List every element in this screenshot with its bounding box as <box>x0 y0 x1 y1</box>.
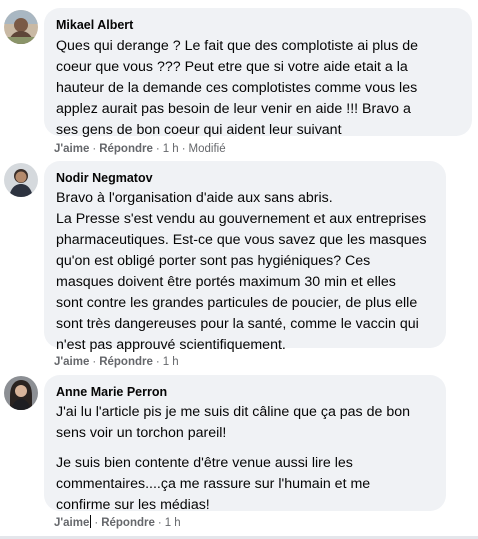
comment-line: sens voir un torchon pareil! <box>56 425 227 441</box>
separator: · <box>155 356 160 368</box>
comment-line: ses gens de bon coeur qui aident leur su… <box>56 122 342 138</box>
comment-line: Ques qui derange ? Le fait que des compl… <box>56 38 419 54</box>
comment-line: Bravo à l'organisation d'aide aux sans a… <box>56 190 333 206</box>
like-button[interactable]: J'aime <box>54 517 89 529</box>
comment-author[interactable]: Anne Marie Perron <box>56 384 434 400</box>
comment-line: n'est pas approuvé scientifiquement. <box>56 337 286 353</box>
reply-button[interactable]: Répondre <box>99 356 153 368</box>
reply-button[interactable]: Répondre <box>99 143 153 155</box>
comment-author[interactable]: Nodir Negmatov <box>56 170 434 186</box>
avatar-image <box>4 376 38 410</box>
reply-button[interactable]: Répondre <box>101 517 155 529</box>
comment-line: masques doivent être portés maximum 30 m… <box>56 274 396 290</box>
comment-line: commentaires....ça me rassure sur l'huma… <box>56 476 371 492</box>
avatar[interactable] <box>4 10 38 44</box>
comment-paragraph: Je suis bien contente d'être venue aussi… <box>56 453 434 516</box>
comment-paragraph: J'ai lu l'article pis je me suis dit câl… <box>56 402 434 444</box>
comment-line: qu'on est obligé porter sont pas hygiéni… <box>56 253 371 269</box>
like-button[interactable]: J'aime <box>54 143 89 155</box>
comment-line: Je suis bien contente d'être venue aussi… <box>56 455 353 471</box>
comment-author[interactable]: Mikael Albert <box>56 17 460 33</box>
comment-line: confirme sur les médias! <box>56 497 210 513</box>
comment-bubble: Anne Marie Perron J'ai lu l'article pis … <box>44 375 446 513</box>
avatar-image <box>4 163 38 197</box>
comment-text: Ques qui derange ? Le fait que des compl… <box>56 36 460 141</box>
separator: · <box>181 143 186 155</box>
comment-line: hauteur de la demande ces complotistes c… <box>56 80 418 96</box>
comment-line: sont très dangereuses pour la santé, com… <box>56 316 419 332</box>
timestamp[interactable]: 1 h <box>165 517 181 529</box>
comment-line: J'ai lu l'article pis je me suis dit câl… <box>56 404 410 420</box>
comment-line: applez aurait pas besoin de leur venir e… <box>56 101 411 117</box>
separator: · <box>94 517 99 529</box>
like-button[interactable]: J'aime <box>54 356 89 368</box>
timestamp[interactable]: 1 h <box>163 356 179 368</box>
separator: · <box>92 143 97 155</box>
comment-line: La Presse s'est vendu au gouvernement et… <box>56 211 427 227</box>
separator: · <box>155 143 160 155</box>
separator: · <box>92 356 97 368</box>
edited-label[interactable]: Modifié <box>189 143 226 155</box>
comment-text: Bravo à l'organisation d'aide aux sans a… <box>56 188 434 356</box>
comment-text: J'ai lu l'article pis je me suis dit câl… <box>56 402 434 516</box>
avatar[interactable] <box>4 376 38 410</box>
comment-actions: J'aime · Répondre · 1 h · Modifié <box>54 141 226 157</box>
comment-line: pharmaceutiques. Est-ce que vous savez q… <box>56 232 427 248</box>
avatar-image <box>4 10 38 44</box>
comment-bubble: Mikael Albert Ques qui derange ? Le fait… <box>44 8 472 138</box>
comment-actions: J'aime · Répondre · 1 h <box>54 515 181 531</box>
comment-actions: J'aime · Répondre · 1 h <box>54 354 179 370</box>
comment-line: coeur que vous ??? Peut etre que si votr… <box>56 59 408 75</box>
avatar[interactable] <box>4 163 38 197</box>
timestamp[interactable]: 1 h <box>163 143 179 155</box>
comment-bubble: Nodir Negmatov Bravo à l'organisation d'… <box>44 161 446 353</box>
separator: · <box>157 517 162 529</box>
text-cursor <box>90 515 92 528</box>
comment-line: sont contre les grandes particules de po… <box>56 295 418 311</box>
